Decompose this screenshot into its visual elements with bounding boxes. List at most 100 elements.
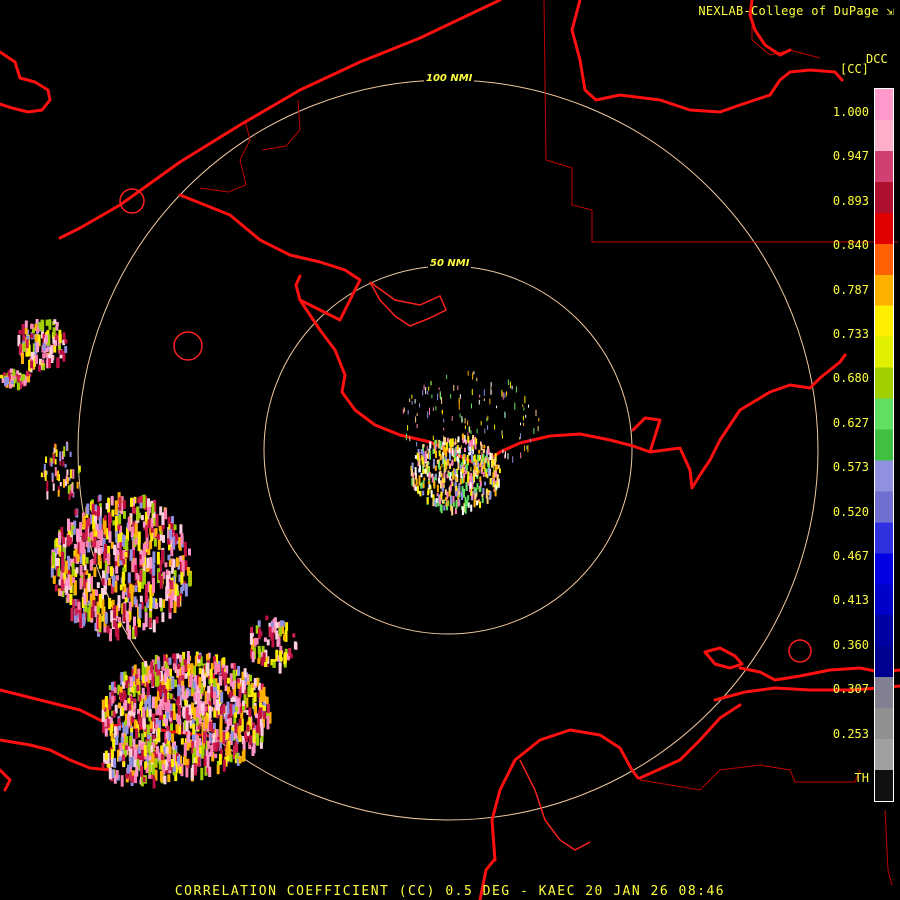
echo-pixel bbox=[134, 523, 138, 538]
echo-pixel bbox=[129, 748, 133, 757]
echo-pixel bbox=[106, 625, 110, 634]
echo-pixel bbox=[507, 453, 509, 460]
echo-pixel bbox=[210, 663, 214, 670]
echo-pixel bbox=[442, 478, 445, 483]
echo-pixel bbox=[67, 485, 70, 494]
echo-pixel bbox=[414, 467, 417, 476]
echo-pixel bbox=[180, 532, 184, 545]
scale-label: 0.573 bbox=[832, 460, 869, 475]
echo-pixel bbox=[96, 540, 100, 549]
echo-pixel bbox=[142, 623, 146, 631]
echo-pixel bbox=[520, 433, 522, 439]
echo-pixel bbox=[407, 410, 409, 415]
echo-pixel bbox=[170, 580, 174, 590]
echo-pixel bbox=[485, 456, 487, 461]
echo-pixel bbox=[409, 398, 411, 403]
echo-pixel bbox=[115, 735, 119, 745]
echo-pixel bbox=[486, 496, 489, 504]
echo-pixel bbox=[135, 728, 139, 739]
echo-pixel bbox=[263, 637, 267, 642]
scale-label: 0.253 bbox=[832, 726, 869, 741]
echo-pixel bbox=[435, 406, 437, 411]
echo-pixel bbox=[113, 544, 117, 555]
echo-pixel bbox=[484, 428, 486, 434]
echo-pixel bbox=[90, 531, 94, 541]
echo-pixel bbox=[214, 661, 218, 675]
echo-pixel bbox=[149, 596, 153, 609]
echo-pixel bbox=[209, 668, 213, 682]
echo-pixel bbox=[185, 720, 189, 732]
legend-product-code: DCC bbox=[866, 52, 888, 66]
echo-pixel bbox=[416, 452, 419, 461]
echo-pixel bbox=[134, 538, 138, 545]
echo-pixel bbox=[123, 511, 126, 519]
echo-pixel bbox=[156, 748, 159, 754]
echo-pixel bbox=[149, 720, 153, 729]
echo-pixel bbox=[220, 691, 224, 703]
echo-pixel bbox=[462, 457, 465, 463]
echo-pixel bbox=[144, 661, 148, 668]
echo-pixel bbox=[112, 574, 115, 587]
echo-pixel bbox=[467, 432, 469, 437]
echo-pixel bbox=[119, 686, 123, 693]
echo-pixel bbox=[428, 471, 431, 480]
echo-pixel bbox=[192, 681, 196, 689]
echo-pixel bbox=[117, 533, 121, 543]
echo-pixel bbox=[24, 320, 28, 328]
echo-pixel bbox=[55, 449, 58, 457]
echo-pixel bbox=[144, 700, 148, 711]
echo-pixel bbox=[432, 494, 435, 501]
echo-pixel bbox=[238, 718, 242, 726]
echo-pixel bbox=[175, 533, 179, 541]
echo-pixel bbox=[235, 706, 239, 712]
echo-pixel bbox=[459, 394, 461, 399]
echo-pixel bbox=[462, 418, 463, 423]
echo-pixel bbox=[293, 641, 297, 650]
echo-pixel bbox=[522, 415, 524, 421]
echo-pixel bbox=[170, 723, 173, 731]
echo-pixel bbox=[480, 441, 482, 445]
echo-pixel bbox=[217, 664, 221, 673]
echo-pixel bbox=[208, 766, 212, 778]
echo-pixel bbox=[279, 650, 282, 660]
echo-pixel bbox=[152, 619, 156, 633]
echo-pixel bbox=[212, 678, 216, 687]
echo-pixel bbox=[428, 480, 431, 485]
echo-pixel bbox=[488, 460, 490, 466]
echo-pixel bbox=[155, 616, 159, 624]
echo-pixel bbox=[237, 666, 241, 676]
echo-pixel bbox=[427, 411, 429, 419]
echo-pixel bbox=[219, 721, 223, 732]
echo-pixel bbox=[186, 651, 190, 665]
echo-pixel bbox=[443, 435, 445, 443]
echo-pixel bbox=[422, 390, 424, 396]
echo-pixel bbox=[175, 557, 179, 567]
echo-pixel bbox=[134, 625, 138, 637]
echo-pixel bbox=[112, 711, 116, 718]
echo-pixel bbox=[173, 524, 177, 531]
echo-pixel bbox=[72, 469, 75, 479]
echo-pixel bbox=[437, 393, 439, 401]
scale-label: 0.520 bbox=[832, 504, 869, 519]
echo-pixel bbox=[169, 529, 173, 540]
echo-pixel bbox=[455, 491, 458, 497]
echo-pixel bbox=[131, 526, 134, 536]
echo-pixel bbox=[148, 764, 152, 776]
echo-pixel bbox=[142, 717, 146, 730]
echo-pixel bbox=[447, 472, 450, 477]
echo-pixel bbox=[479, 501, 481, 509]
echo-pixel bbox=[208, 700, 212, 706]
echo-pixel bbox=[180, 571, 184, 585]
echo-pixel bbox=[25, 370, 29, 377]
echo-pixel bbox=[91, 503, 95, 517]
echo-pixel bbox=[445, 442, 448, 451]
echo-pixel bbox=[63, 446, 66, 457]
echo-pixel bbox=[22, 335, 26, 341]
echo-pixel bbox=[524, 445, 526, 452]
echo-pixel bbox=[173, 601, 177, 613]
echo-pixel bbox=[266, 639, 270, 646]
echo-pixel bbox=[493, 466, 495, 472]
echo-pixel bbox=[457, 463, 460, 471]
echo-pixel bbox=[275, 622, 279, 629]
echo-pixel bbox=[424, 468, 427, 474]
